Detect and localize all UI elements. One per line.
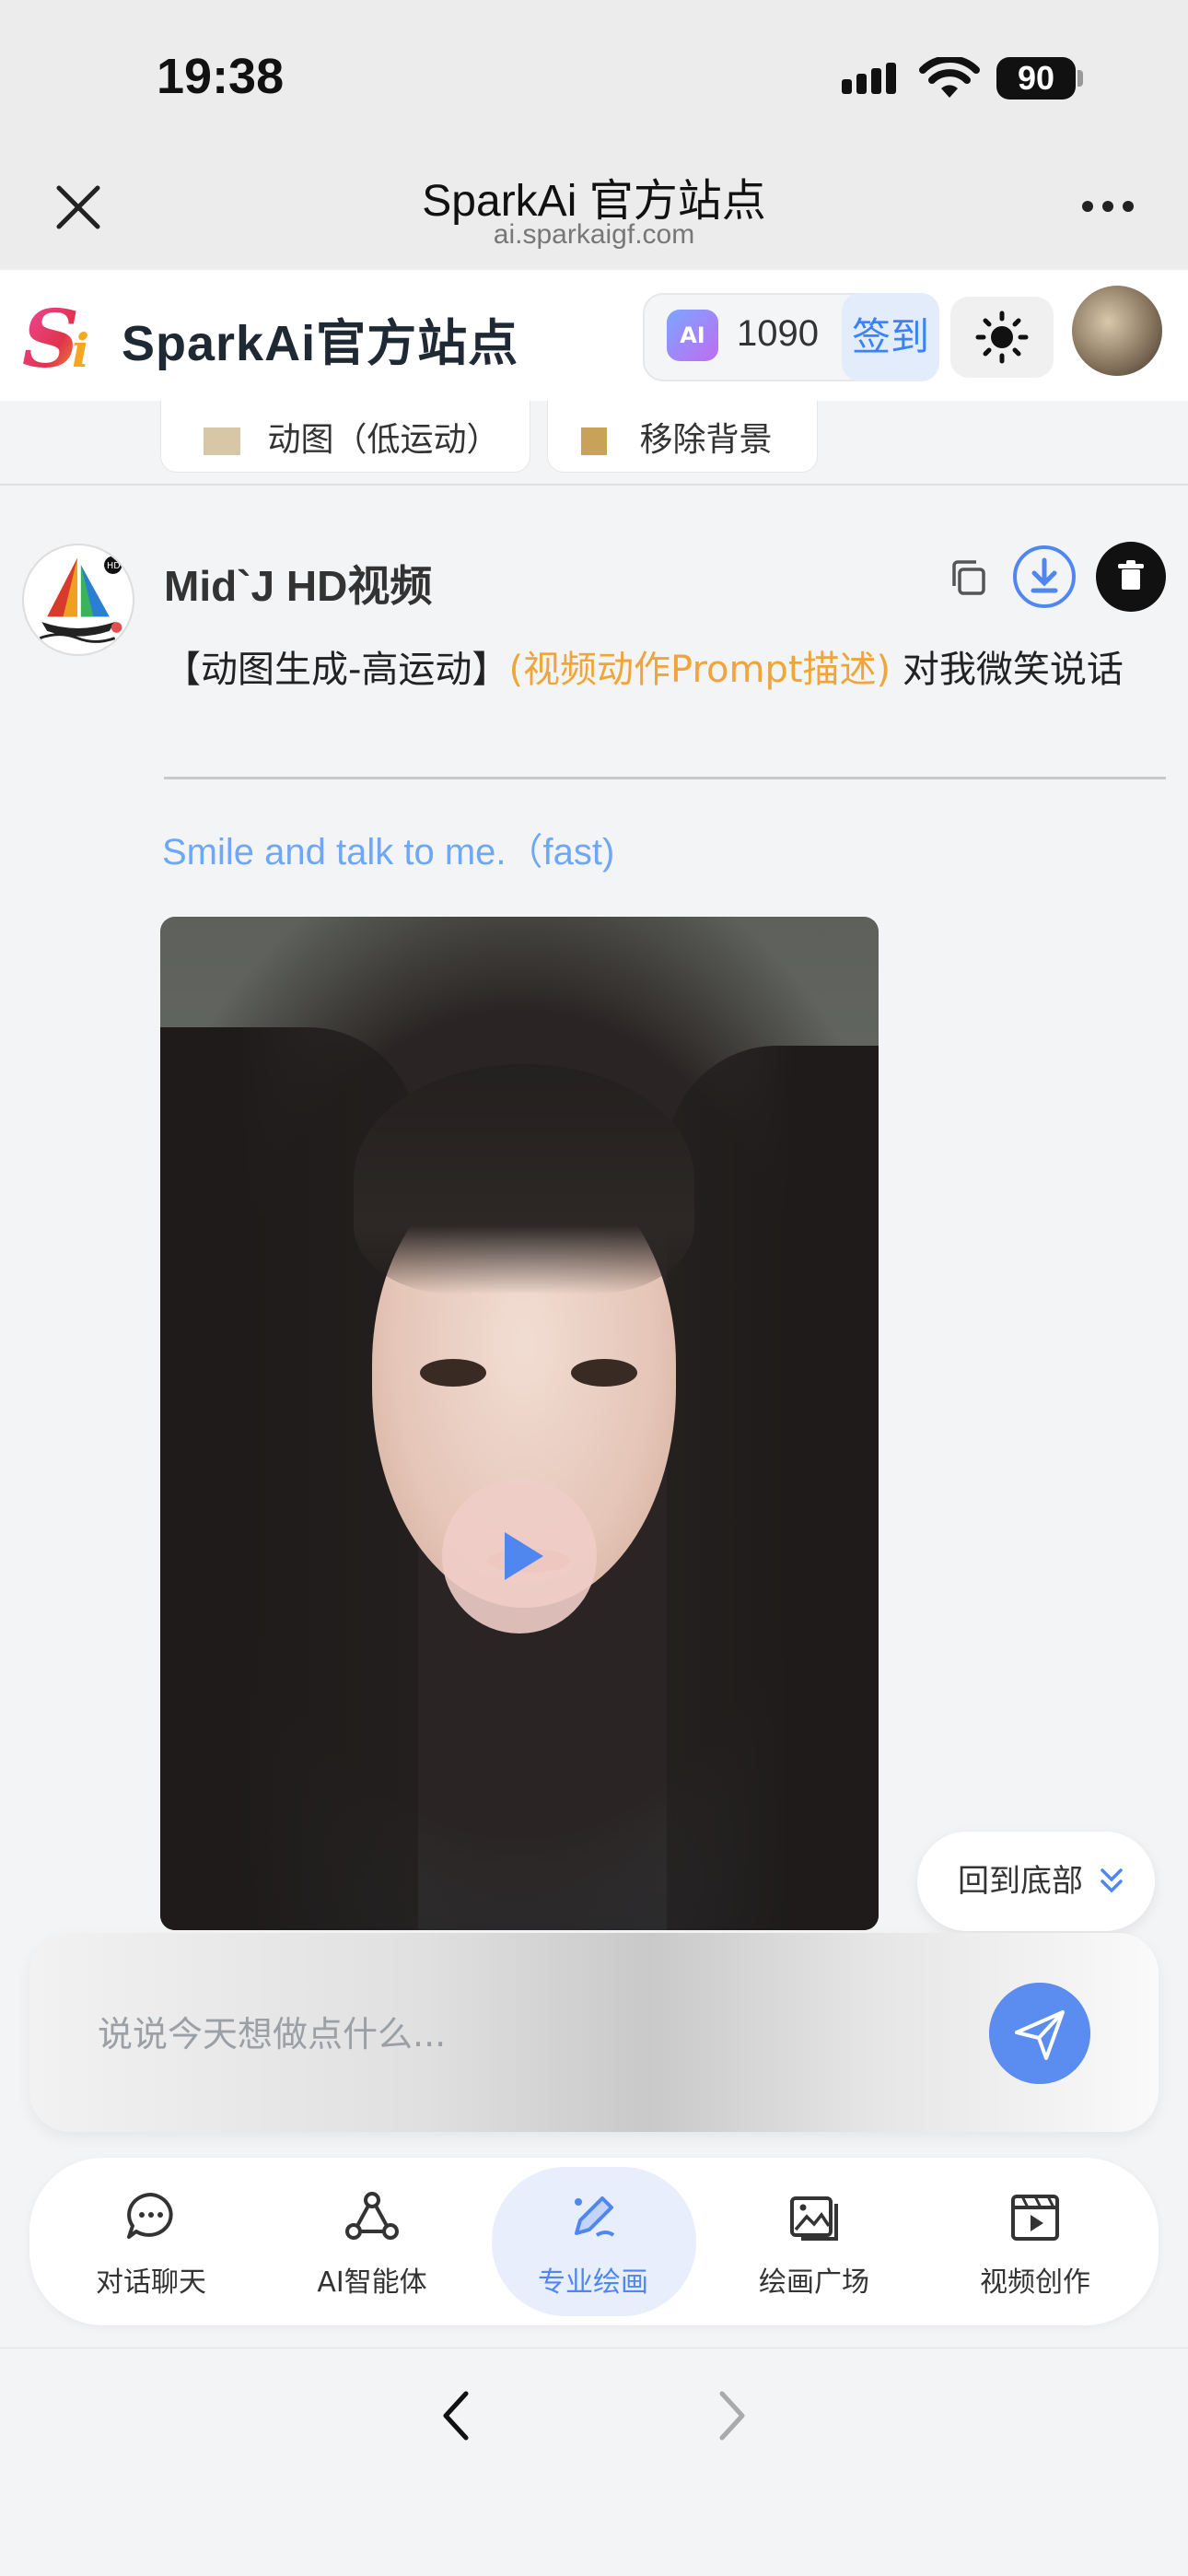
back-to-bottom-label: 回到底部 [958,1863,1083,1900]
ai-points-icon: AI [667,310,718,361]
prompt-prefix: 【动图生成-高运动】 [164,649,509,691]
nav-label-agent: AI智能体 [317,2266,427,2299]
agent-icon [345,2192,399,2240]
download-icon[interactable] [1011,544,1077,610]
prompt-highlight: (视频动作Prompt描述) [508,649,891,691]
signin-button[interactable]: 签到 [842,293,939,381]
bot-name: Mid`J HD视频 [164,562,433,610]
status-time: 19:38 [157,49,285,104]
nav-item-video[interactable]: 视频创作 [934,2161,1136,2324]
video-eye-left [420,1359,486,1387]
delete-icon[interactable] [1096,542,1166,612]
send-icon[interactable] [989,1983,1090,2084]
divider [0,484,1188,486]
message-prompt: 【动图生成-高运动】(视频动作Prompt描述) 对我微笑说话 [164,639,1159,700]
battery-tip [1077,70,1083,87]
chat-input[interactable] [98,2007,926,2062]
more-icon[interactable] [1082,201,1137,216]
svg-text:S: S [22,295,79,378]
theme-toggle-sun-icon[interactable] [950,297,1054,378]
prompt-text: 对我微笑说话 [902,649,1124,691]
back-arrow-icon[interactable] [435,2388,475,2443]
points-value: 1090 [737,313,819,354]
video-icon [1011,2195,1059,2241]
browser-footer [0,2348,1188,2576]
app-name: SparkAi官方站点 [122,316,519,371]
video-eye-right [571,1359,637,1387]
translated-prompt: Smile and talk to me.（fast) [162,832,615,872]
nav-item-chat[interactable]: 对话聊天 [50,2161,252,2324]
nav-item-draw[interactable]: 专业绘画 [492,2161,694,2324]
forward-arrow-icon[interactable] [713,2388,753,2443]
nav-label-chat: 对话聊天 [96,2266,206,2299]
chevron-double-down-icon [1101,1868,1123,1893]
message-divider [164,777,1166,779]
nav-label-draw: 专业绘画 [538,2266,648,2299]
video-bangs [354,1064,694,1294]
browser-url: ai.sparkaigf.com [493,219,695,250]
nav-label-video: 视频创作 [980,2266,1090,2299]
play-button-icon[interactable] [442,1479,597,1633]
app-logo-icon: S i [22,295,89,378]
back-to-bottom-button[interactable]: 回到底部 [917,1832,1155,1931]
svg-text:HD: HD [107,561,121,571]
chip-low-motion[interactable]: 动图（低运动） [160,401,530,473]
user-avatar[interactable] [1072,286,1162,376]
chat-icon [127,2193,173,2239]
copy-icon[interactable] [947,556,989,599]
gallery-icon [790,2196,838,2241]
signal-icon [842,63,896,94]
battery-icon: 90 [996,57,1076,100]
nav-label-gallery: 绘画广场 [759,2266,869,2299]
video-hair-right [667,1046,879,1930]
svg-text:i: i [72,323,89,378]
nav-item-gallery[interactable]: 绘画广场 [713,2161,915,2324]
video-player[interactable] [160,917,879,1930]
chip-remove-bg[interactable]: 移除背景 [547,401,818,473]
nav-item-agent[interactable]: AI智能体 [271,2161,473,2324]
wifi-icon [919,57,980,98]
mode-chips: 动图（低运动） 移除背景 [0,401,1188,484]
draw-icon [575,2196,615,2237]
bot-avatar-sailboat-icon: HD [22,544,134,656]
